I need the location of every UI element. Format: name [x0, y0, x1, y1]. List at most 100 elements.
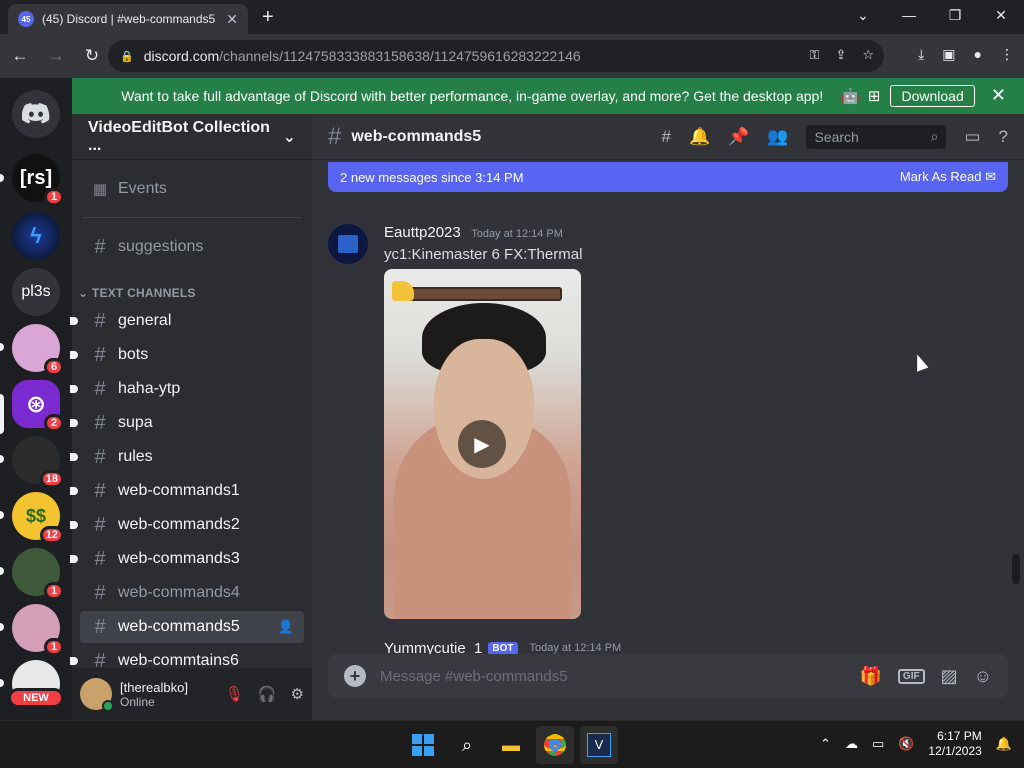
channel-suggestions[interactable]: # suggestions [80, 231, 304, 263]
help-icon[interactable]: ? [999, 127, 1008, 147]
mark-as-read-button[interactable]: Mark As Read ✉ [900, 169, 996, 185]
gift-icon[interactable]: 🎁 [860, 666, 882, 687]
browser-tab[interactable]: 45 (45) Discord | #web-commands5 ✕ [8, 4, 248, 34]
start-button[interactable] [404, 726, 442, 764]
sidebar-item-events[interactable]: ▦ Events [80, 173, 304, 205]
bookmark-star-icon[interactable]: ☆ [862, 47, 874, 63]
category-text-channels[interactable]: ⌄ TEXT CHANNELS [78, 286, 196, 300]
channel-label: web-commands2 [118, 516, 240, 533]
new-tab-icon[interactable]: + [262, 6, 274, 29]
network-icon[interactable]: ▭ [872, 736, 884, 752]
channel-bots[interactable]: # bots [70, 339, 304, 371]
notification-bell-icon[interactable]: 🔔 [996, 736, 1012, 752]
username: [therealbko] [120, 679, 188, 695]
server-icon-pl3s[interactable]: pl3s [12, 268, 60, 316]
home-button[interactable] [12, 90, 60, 138]
volume-muted-icon[interactable]: 🔇 [898, 736, 914, 752]
emoji-icon[interactable]: ☺ [974, 666, 992, 687]
server-icon-rs[interactable]: [rs] 1 [12, 154, 64, 206]
gif-button[interactable]: GIF [897, 668, 925, 684]
member-list-icon[interactable]: 👥 [767, 127, 788, 147]
channel-web-commands4[interactable]: # web-commands4 [80, 577, 304, 609]
search-input[interactable]: Search ⌕ [806, 124, 947, 149]
avatar[interactable] [80, 678, 114, 712]
pin-icon[interactable]: 📌 [728, 127, 749, 147]
download-icon[interactable]: ⤓ [918, 46, 924, 63]
user-info[interactable]: [therealbko] Online [120, 680, 188, 709]
forward-icon[interactable]: → [40, 40, 72, 72]
server-icon-lightning[interactable]: ϟ [12, 212, 60, 260]
minimize-icon[interactable]: — [886, 0, 932, 30]
tab-close-icon[interactable]: ✕ [226, 11, 238, 28]
server-icon-green[interactable]: 1 [12, 548, 64, 600]
key-icon[interactable]: ⚿ [810, 47, 820, 63]
tab-search-icon[interactable]: ⌄ [840, 0, 886, 30]
taskbar-apps: ⌕ ▬ V [404, 726, 618, 764]
notification-bell-icon[interactable]: 🔔 [689, 127, 710, 147]
server-icon-person[interactable]: 18 [12, 436, 64, 488]
back-icon[interactable]: ← [4, 40, 36, 72]
lock-icon[interactable]: 🔒 [120, 50, 134, 63]
channel-rules[interactable]: # rules [70, 441, 304, 473]
video-attachment[interactable]: ▶ [384, 269, 581, 619]
video-editor-icon[interactable]: V [580, 726, 618, 764]
upload-plus-icon[interactable]: + [344, 665, 366, 687]
message-author[interactable]: Eauttp2023 [384, 224, 461, 241]
server-header[interactable]: VideoEditBot Collection ... ⌄ [72, 114, 312, 160]
server-icon-money-face[interactable]: $$ 12 [12, 492, 64, 544]
channel-label: general [118, 312, 172, 329]
settings-gear-icon[interactable]: ⚙ [291, 685, 304, 703]
close-window-icon[interactable]: ✕ [978, 0, 1024, 30]
unread-pill [0, 567, 4, 575]
restore-icon[interactable]: ❐ [932, 0, 978, 30]
headphones-icon[interactable]: 🎧 [258, 685, 277, 703]
channel-web-commands2[interactable]: # web-commands2 [70, 509, 304, 541]
file-explorer-icon[interactable]: ▬ [492, 726, 530, 764]
message-composer: + 🎁 GIF ▨ ☺ [328, 654, 1008, 698]
sticker-icon[interactable]: ▨ [941, 666, 958, 687]
channel-general[interactable]: # general [70, 305, 304, 337]
mute-mic-icon[interactable]: 🎙 [225, 685, 244, 703]
hash-icon: # [94, 445, 106, 468]
reload-icon[interactable]: ↻ [76, 40, 108, 72]
channel-web-commands1[interactable]: # web-commands1 [70, 475, 304, 507]
user-panel: [therealbko] Online 🎙 🎧 ⚙ [72, 668, 312, 720]
profile-icon[interactable]: ● [974, 46, 982, 63]
banner-close-icon[interactable]: ✕ [991, 85, 1006, 106]
server-icon-videoeditbot[interactable]: ⊛ 2 [12, 380, 64, 432]
chevron-icon: ⌄ [78, 286, 92, 300]
channel-web-commands3[interactable]: # web-commands3 [70, 543, 304, 575]
add-member-icon[interactable]: 👤 [278, 619, 294, 635]
menu-icon[interactable]: ⋮ [1000, 46, 1014, 63]
new-messages-bar[interactable]: 2 new messages since 3:14 PM Mark As Rea… [328, 162, 1008, 192]
clock[interactable]: 6:17 PM 12/1/2023 [928, 729, 981, 759]
scrollbar[interactable] [1012, 554, 1020, 584]
channel-haha-ytp[interactable]: # haha-ytp [70, 373, 304, 405]
inbox-icon[interactable]: ▭ [964, 127, 980, 147]
onedrive-icon[interactable]: ☁ [845, 736, 858, 752]
android-icon: 🤖 [841, 88, 860, 105]
tray-chevron-up-icon[interactable]: ⌃ [820, 736, 831, 752]
composer-icons: 🎁 GIF ▨ ☺ [860, 666, 993, 687]
server-icon-pink[interactable]: 6 [12, 324, 64, 376]
side-panel-icon[interactable]: ▣ [942, 46, 955, 63]
url-text[interactable]: discord.com/channels/1124758333883158638… [144, 48, 581, 64]
search-taskbar-icon[interactable]: ⌕ [448, 726, 486, 764]
play-icon[interactable]: ▶ [458, 420, 506, 468]
channel-supa[interactable]: # supa [70, 407, 304, 439]
channel-web-commands5[interactable]: # web-commands5 👤 [80, 611, 304, 643]
download-button[interactable]: Download [890, 85, 975, 107]
server-icon-pastel[interactable]: 1 [12, 604, 64, 656]
message-content: yc1:Kinemaster 6 FX:Thermal [384, 246, 583, 263]
chrome-icon[interactable] [536, 726, 574, 764]
omnibox-icons: ⚿ ⇪ ☆ [810, 47, 874, 63]
avatar[interactable] [328, 224, 368, 264]
share-icon[interactable]: ⇪ [835, 47, 846, 63]
clock-time: 6:17 PM [937, 729, 982, 743]
windows-icon: ⊞ [867, 88, 881, 105]
server-label: pl3s [21, 283, 51, 300]
message-input[interactable] [380, 667, 846, 685]
threads-icon[interactable]: # [661, 127, 670, 147]
address-bar[interactable]: 🔒 discord.com/channels/11247583338831586… [108, 40, 884, 72]
channel-label: rules [118, 448, 153, 465]
